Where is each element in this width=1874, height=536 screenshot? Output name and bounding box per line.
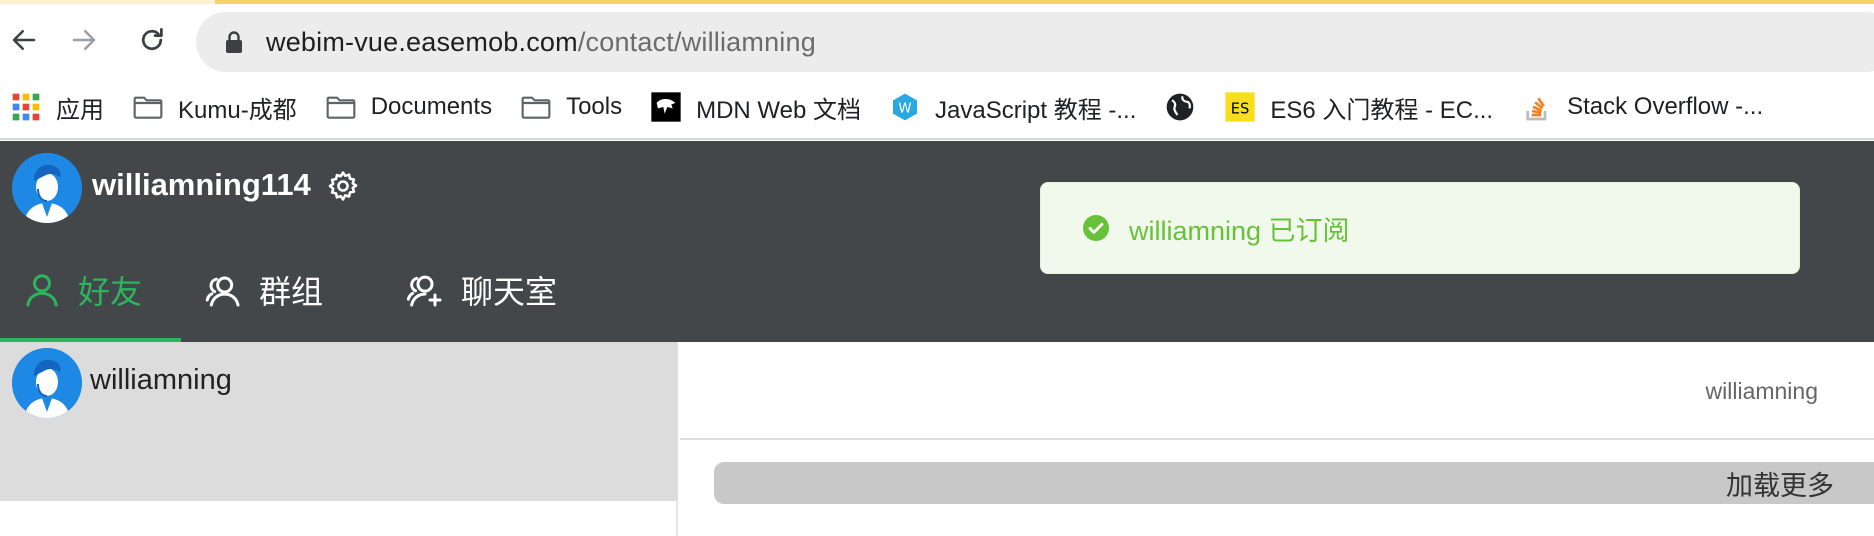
- chat-title: williamning: [1705, 378, 1818, 404]
- reload-icon: [141, 28, 163, 51]
- bookmark-kumu[interactable]: Kumu-成都: [118, 76, 311, 138]
- tab-chatrooms[interactable]: 聊天室: [383, 237, 579, 342]
- chat-panel: williamning 加载更多: [680, 342, 1874, 536]
- toast-message: williamning 已订阅: [1129, 215, 1350, 246]
- tab-label: 群组: [259, 273, 324, 310]
- load-more-button[interactable]: 加载更多: [714, 462, 1874, 504]
- bookmark-label: MDN Web 文档: [696, 96, 862, 124]
- url-text: webim-vue.easemob.com/contact/williamnin…: [266, 27, 816, 58]
- chatroom-icon: [406, 275, 442, 306]
- chat-header: williamning: [680, 342, 1874, 440]
- arrow-right-icon: [72, 30, 96, 50]
- contact-list: williamning: [0, 342, 678, 536]
- avatar: [12, 348, 82, 418]
- check-circle-icon: [1083, 215, 1109, 241]
- forward-button[interactable]: [60, 16, 108, 64]
- bookmarks-bar: 应用 Kumu-成都 Documents Tools MDN Web 文档 W …: [0, 76, 1874, 140]
- user-icon: [26, 273, 58, 306]
- bookmark-label: 应用: [56, 96, 104, 124]
- bookmark-javascript[interactable]: W JavaScript 教程 -...: [875, 76, 1150, 138]
- browser-toolbar: webim-vue.easemob.com/contact/williamnin…: [0, 4, 1874, 76]
- bookmark-stackoverflow[interactable]: Stack Overflow -...: [1507, 76, 1777, 138]
- load-more-label: 加载更多: [1726, 470, 1834, 501]
- avatar[interactable]: [12, 153, 82, 223]
- tab-label: 好友: [78, 273, 143, 310]
- w-logo-icon: W: [889, 91, 921, 123]
- lock-icon: [226, 31, 242, 53]
- tab-friends[interactable]: 好友: [0, 237, 181, 342]
- svg-text:W: W: [898, 101, 911, 116]
- bookmark-apps[interactable]: 应用: [0, 76, 118, 138]
- bookmark-documents[interactable]: Documents: [311, 76, 506, 138]
- url-host: webim-vue.easemob.com: [266, 26, 578, 57]
- bookmark-mdn[interactable]: MDN Web 文档: [636, 76, 875, 138]
- tab-label: 聊天室: [461, 273, 558, 310]
- apps-grid-icon: [10, 91, 42, 123]
- main-tabs: 好友 群组 聊天室: [0, 237, 579, 342]
- gear-icon[interactable]: [326, 169, 360, 203]
- bookmark-label: Documents: [370, 93, 493, 120]
- folder-icon: [325, 91, 357, 123]
- contact-name: williamning: [90, 364, 232, 396]
- bookmark-es6[interactable]: ES ES6 入门教程 - EC...: [1210, 76, 1507, 138]
- address-bar[interactable]: webim-vue.easemob.com/contact/williamnin…: [196, 12, 1874, 72]
- mdn-dino-icon: [650, 91, 682, 123]
- arrow-left-icon: [12, 30, 36, 50]
- folder-icon: [132, 91, 164, 123]
- bookmark-label: Kumu-成都: [178, 96, 297, 124]
- username: williamning114: [92, 167, 311, 202]
- list-item[interactable]: williamning: [0, 342, 678, 501]
- bookmark-label: Stack Overflow -...: [1567, 93, 1764, 120]
- tab-groups[interactable]: 群组: [181, 237, 383, 342]
- reload-button[interactable]: [128, 16, 176, 64]
- bookmark-tools[interactable]: Tools: [506, 76, 636, 138]
- es-badge-icon: ES: [1224, 91, 1256, 123]
- bookmark-globe[interactable]: [1150, 76, 1210, 138]
- stackoverflow-icon: [1521, 91, 1553, 123]
- bookmark-label: Tools: [566, 93, 623, 120]
- svg-text:ES: ES: [1231, 101, 1250, 118]
- back-button[interactable]: [0, 16, 48, 64]
- group-icon: [205, 276, 240, 306]
- globe-icon: [1164, 91, 1196, 123]
- folder-icon: [520, 91, 552, 123]
- url-path: /contact/williamning: [577, 26, 816, 57]
- bookmark-label: ES6 入门教程 - EC...: [1270, 96, 1494, 124]
- bookmark-label: JavaScript 教程 -...: [935, 96, 1137, 124]
- success-toast: williamning 已订阅: [1040, 182, 1800, 274]
